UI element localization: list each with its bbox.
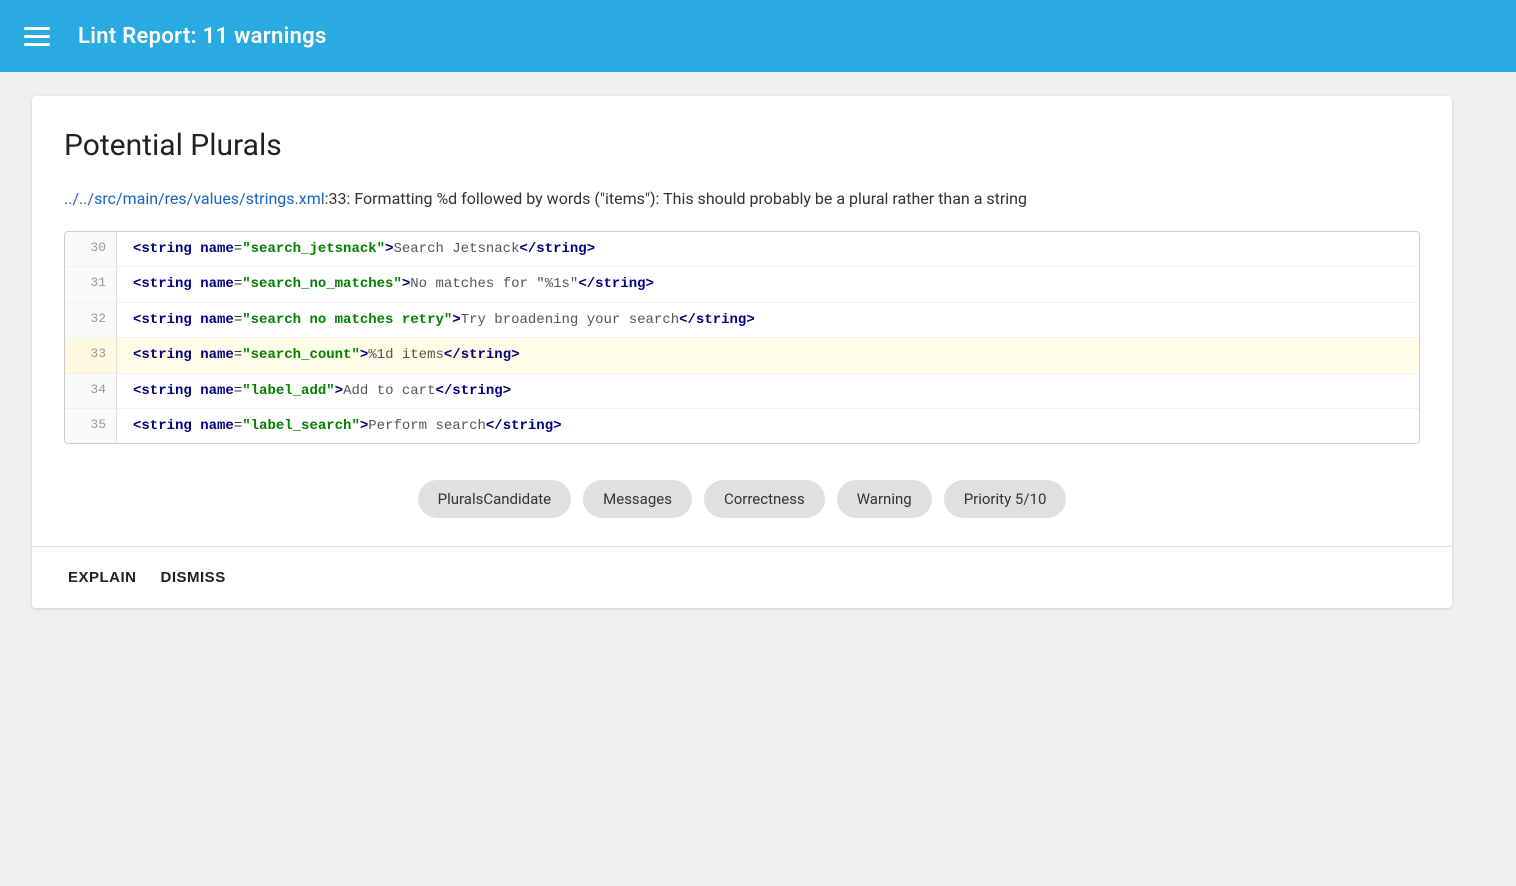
line-num-30: 30 xyxy=(65,232,117,266)
code-line-31: 31 <string name="search_no_matches">No m… xyxy=(65,267,1419,302)
line-num-31: 31 xyxy=(65,267,117,301)
dismiss-button[interactable]: DISMISS xyxy=(157,565,230,590)
description: ../../src/main/res/values/strings.xml:33… xyxy=(64,187,1420,211)
code-content-34: <string name="label_add">Add to cart</st… xyxy=(117,374,527,408)
explain-button[interactable]: EXPLAIN xyxy=(64,565,141,590)
line-num-35: 35 xyxy=(65,409,117,443)
tag-plurals-candidate[interactable]: PluralsCandidate xyxy=(418,480,572,518)
menu-icon[interactable] xyxy=(24,27,50,46)
lint-card: Potential Plurals ../../src/main/res/val… xyxy=(32,96,1452,608)
header-title: Lint Report: 11 warnings xyxy=(78,24,327,49)
tag-priority[interactable]: Priority 5/10 xyxy=(944,480,1067,518)
app-header: Lint Report: 11 warnings xyxy=(0,0,1516,72)
line-num-34: 34 xyxy=(65,374,117,408)
code-content-32: <string name="search no matches retry">T… xyxy=(117,303,771,337)
actions-row: EXPLAIN DISMISS xyxy=(64,547,1420,608)
page-content: Potential Plurals ../../src/main/res/val… xyxy=(0,72,1516,886)
line-num-33: 33 xyxy=(65,338,117,372)
code-content-30: <string name="search_jetsnack">Search Je… xyxy=(117,232,611,266)
tag-messages[interactable]: Messages xyxy=(583,480,692,518)
tags-row: PluralsCandidate Messages Correctness Wa… xyxy=(64,472,1420,546)
code-line-34: 34 <string name="label_add">Add to cart<… xyxy=(65,374,1419,409)
code-content-33: <string name="search_count">%1d items</s… xyxy=(117,338,536,372)
code-content-35: <string name="label_search">Perform sear… xyxy=(117,409,578,443)
code-line-32: 32 <string name="search no matches retry… xyxy=(65,303,1419,338)
description-text: :33: Formatting %d followed by words ("i… xyxy=(325,189,1027,208)
line-num-32: 32 xyxy=(65,303,117,337)
code-line-30: 30 <string name="search_jetsnack">Search… xyxy=(65,232,1419,267)
card-title: Potential Plurals xyxy=(64,128,1420,163)
tag-warning[interactable]: Warning xyxy=(837,480,932,518)
file-link[interactable]: ../../src/main/res/values/strings.xml xyxy=(64,189,325,208)
code-line-35: 35 <string name="label_search">Perform s… xyxy=(65,409,1419,443)
tag-correctness[interactable]: Correctness xyxy=(704,480,825,518)
code-content-31: <string name="search_no_matches">No matc… xyxy=(117,267,670,301)
code-line-33: 33 <string name="search_count">%1d items… xyxy=(65,338,1419,373)
code-block: 30 <string name="search_jetsnack">Search… xyxy=(64,231,1420,444)
